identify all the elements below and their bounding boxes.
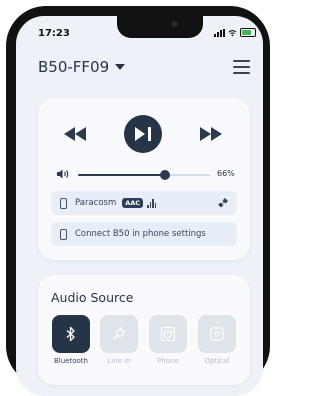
camera-icon [172, 21, 178, 27]
forward-icon [200, 127, 211, 141]
source-label: Optical [204, 357, 230, 365]
phone-icon [60, 228, 67, 240]
status-icons [214, 28, 256, 37]
pause-bar [148, 127, 151, 141]
previous-button[interactable] [64, 127, 86, 141]
source-line-in[interactable]: Line in [99, 315, 139, 365]
volume-percent: 66% [217, 169, 235, 178]
volume-slider[interactable] [78, 170, 210, 180]
phone-icon [60, 197, 67, 209]
phono-icon [160, 326, 176, 342]
volume-fill [78, 174, 166, 176]
signal-icon [214, 28, 225, 37]
notch [117, 16, 203, 38]
line-in-icon [113, 326, 127, 340]
optical-icon [210, 327, 224, 341]
connected-device-row: Paracosm AAC [51, 191, 237, 215]
source-optical[interactable]: Optical [197, 315, 237, 365]
signal-bars-icon [147, 198, 157, 208]
pairing-hint: Connect B50 in phone settings [75, 229, 206, 239]
source-phono[interactable]: Phono [148, 315, 188, 365]
connected-device-name: Paracosm [75, 198, 117, 208]
status-time: 17:23 [38, 28, 70, 39]
device-selector[interactable]: B50-FF09 [38, 58, 126, 76]
device-name: B50-FF09 [38, 58, 110, 76]
chevron-down-icon [115, 64, 126, 70]
disconnect-icon[interactable] [217, 197, 229, 209]
source-label: Line in [107, 357, 131, 365]
battery-icon [240, 28, 256, 37]
pairing-hint-row[interactable]: Connect B50 in phone settings [51, 222, 237, 246]
wifi-icon [228, 29, 237, 36]
play-pause-button[interactable] [124, 115, 162, 153]
source-bluetooth[interactable]: Bluetooth [51, 315, 91, 365]
bluetooth-icon [66, 326, 75, 342]
audio-source-title: Audio Source [51, 290, 134, 305]
volume-icon [57, 169, 69, 179]
menu-button[interactable] [233, 60, 250, 78]
source-label: Phono [157, 357, 179, 365]
play-icon [135, 127, 145, 141]
codec-badge: AAC [122, 198, 144, 208]
rewind-icon [64, 127, 75, 141]
next-button[interactable] [200, 127, 222, 141]
source-label: Bluetooth [54, 357, 88, 365]
